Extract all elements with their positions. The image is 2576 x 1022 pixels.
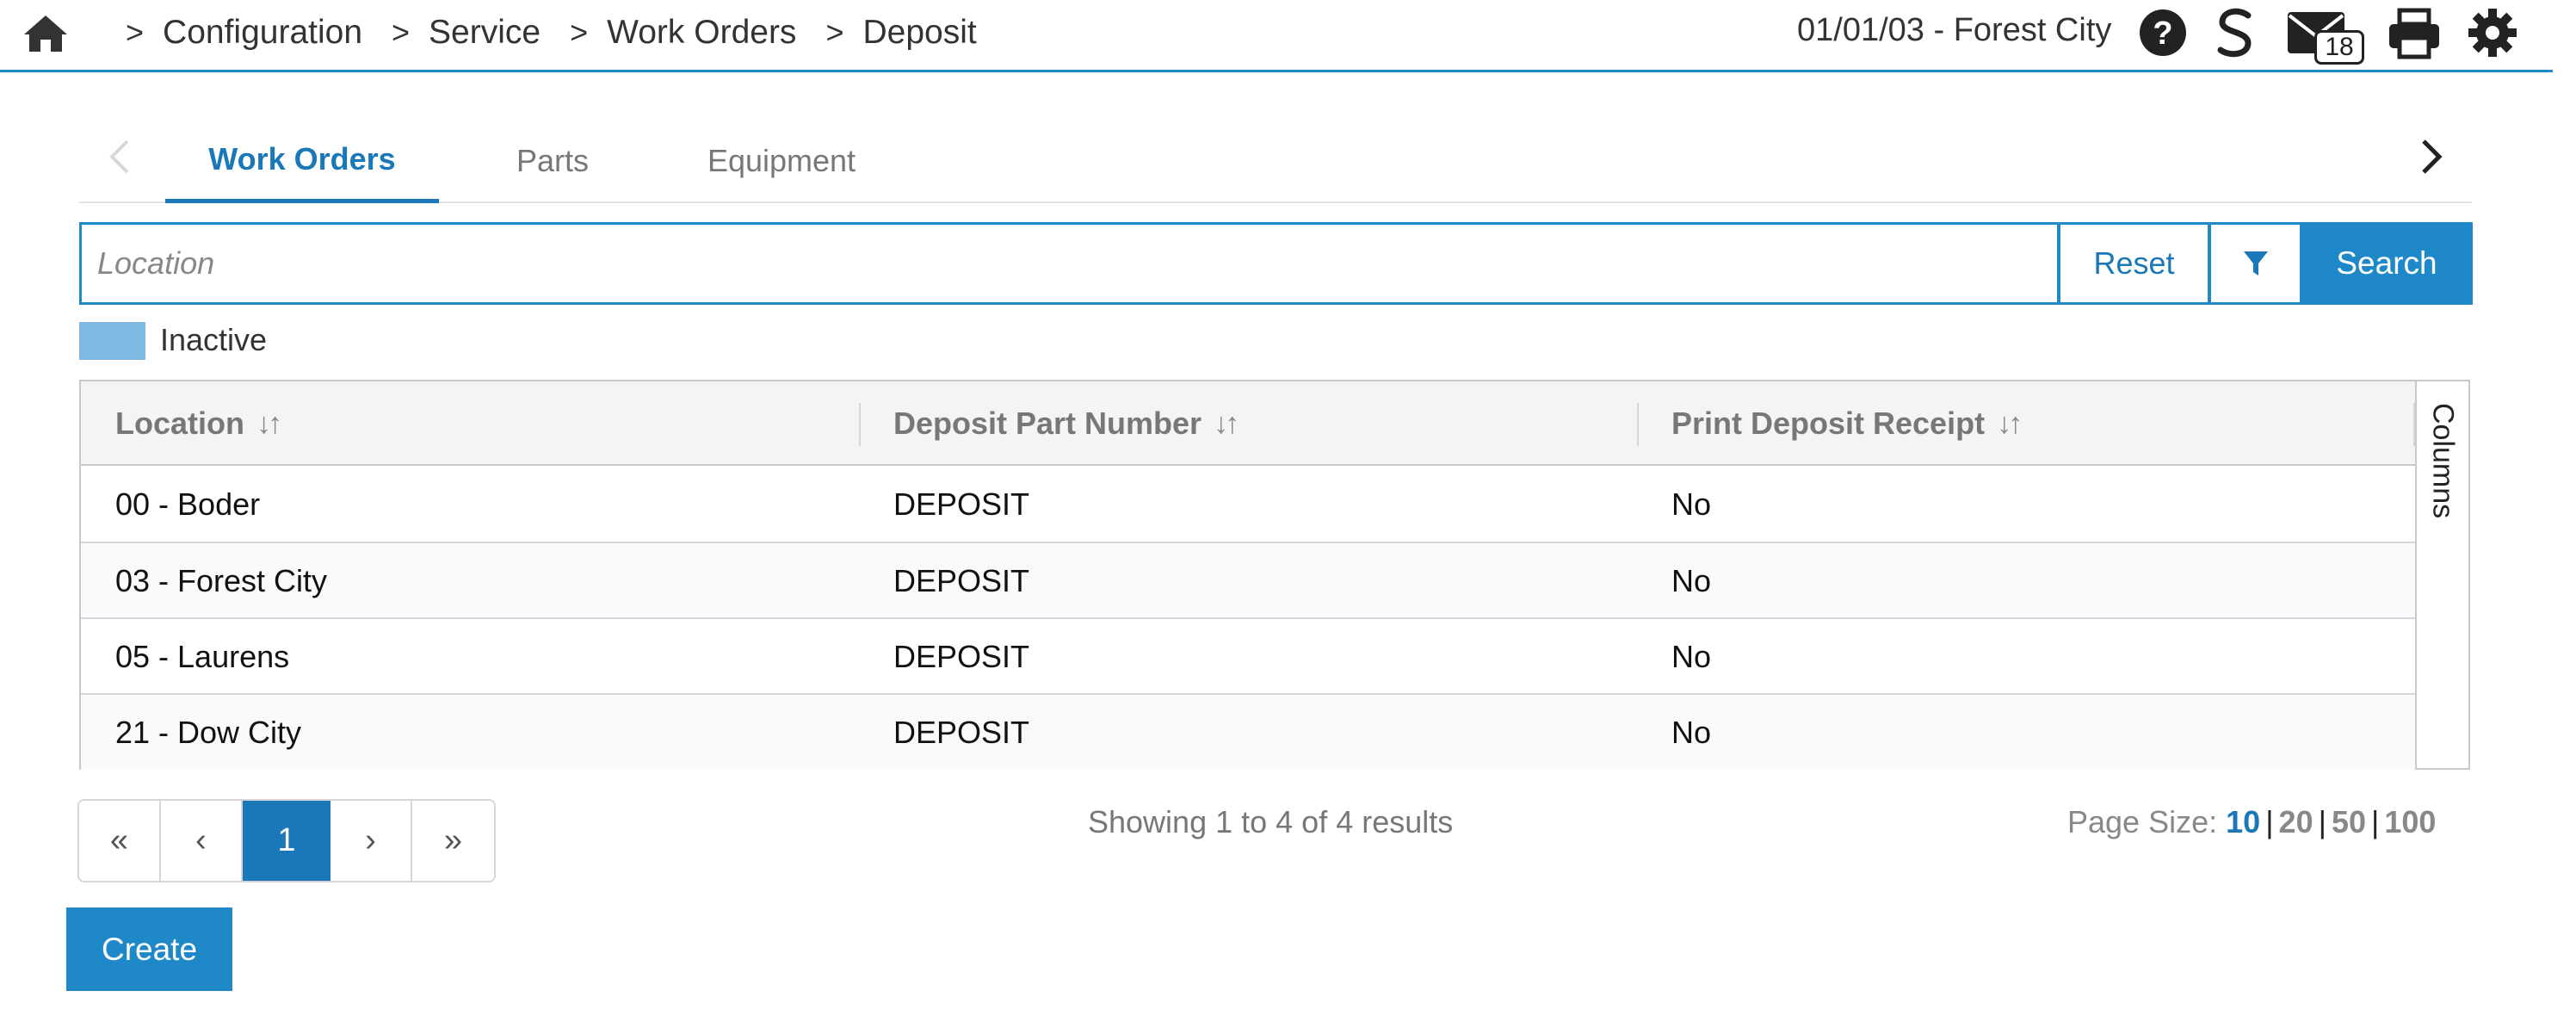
tab-bar: Work Orders Parts Equipment xyxy=(79,119,2472,203)
chevron-right-icon[interactable] xyxy=(2418,138,2444,176)
page-size-selector: Page Size: 10 | 20 | 50 | 100 xyxy=(2067,804,2437,839)
results-summary: Showing 1 to 4 of 4 results xyxy=(1088,804,1454,839)
breadcrumb-configuration[interactable]: Configuration xyxy=(163,14,362,52)
column-header-label: Location xyxy=(115,406,244,441)
page-size-10[interactable]: 10 xyxy=(2226,804,2260,839)
help-icon[interactable]: ? xyxy=(2138,7,2188,59)
search-button[interactable]: Search xyxy=(2301,222,2473,305)
page-size-100[interactable]: 100 xyxy=(2384,804,2436,839)
deposit-table: Location ↓↑ Deposit Part Number ↓↑ Print… xyxy=(79,380,2417,771)
breadcrumb: > Configuration > Service > Work Orders … xyxy=(120,9,1001,57)
breadcrumb-separator: > xyxy=(570,15,589,50)
mail-count-badge: 18 xyxy=(2314,30,2364,65)
pagination: « ‹ 1 › » xyxy=(77,799,496,883)
breadcrumb-separator: > xyxy=(126,15,145,50)
table-row[interactable]: 00 - Boder DEPOSIT No xyxy=(81,466,2415,543)
breadcrumb-separator: > xyxy=(392,15,411,50)
home-icon[interactable] xyxy=(22,12,69,53)
breadcrumb-service[interactable]: Service xyxy=(429,14,541,52)
page-size-20[interactable]: 20 xyxy=(2279,804,2313,839)
breadcrumb-work-orders[interactable]: Work Orders xyxy=(607,14,796,52)
cell-deposit-part-number: DEPOSIT xyxy=(893,563,1030,598)
sort-icon[interactable]: ↓↑ xyxy=(1214,407,1239,441)
filter-button[interactable] xyxy=(2208,222,2302,305)
previous-page-button[interactable]: ‹ xyxy=(161,801,243,881)
column-divider[interactable] xyxy=(1637,403,1639,446)
column-divider[interactable] xyxy=(859,403,861,446)
cell-deposit-part-number: DEPOSIT xyxy=(893,639,1030,674)
inactive-legend-label: Inactive xyxy=(160,322,268,357)
breadcrumb-separator: > xyxy=(825,15,844,50)
tab-work-orders[interactable]: Work Orders xyxy=(165,119,439,203)
sort-icon[interactable]: ↓↑ xyxy=(256,407,282,441)
table-row[interactable]: 21 - Dow City DEPOSIT No xyxy=(81,695,2415,771)
cell-print-deposit-receipt: No xyxy=(1671,715,1712,750)
cell-print-deposit-receipt: No xyxy=(1671,639,1712,674)
s-logo-icon[interactable] xyxy=(2214,7,2257,60)
cell-location: 05 - Laurens xyxy=(115,639,290,674)
filter-icon xyxy=(2243,251,2268,276)
print-icon[interactable] xyxy=(2388,7,2441,60)
breadcrumb-deposit: Deposit xyxy=(862,14,977,51)
table-header: Location ↓↑ Deposit Part Number ↓↑ Print… xyxy=(81,381,2415,466)
columns-toggle-button[interactable]: Columns xyxy=(2415,380,2470,542)
tab-equipment[interactable]: Equipment xyxy=(661,119,902,203)
cell-print-deposit-receipt: No xyxy=(1671,563,1712,598)
cell-deposit-part-number: DEPOSIT xyxy=(893,715,1030,750)
page-size-label: Page Size: xyxy=(2067,804,2218,839)
tab-parts[interactable]: Parts xyxy=(492,119,613,203)
chevron-left-icon[interactable] xyxy=(107,138,133,176)
cell-location: 21 - Dow City xyxy=(115,715,302,750)
next-page-button[interactable]: › xyxy=(330,801,412,881)
last-page-button[interactable]: » xyxy=(412,801,494,881)
cell-location: 00 - Boder xyxy=(115,486,261,522)
cell-location: 03 - Forest City xyxy=(115,563,328,598)
first-page-button[interactable]: « xyxy=(79,801,161,881)
column-header-deposit-part-number[interactable]: Deposit Part Number ↓↑ xyxy=(893,381,1239,466)
svg-text:?: ? xyxy=(2153,15,2172,52)
reset-button[interactable]: Reset xyxy=(2058,222,2210,305)
columns-panel-edge xyxy=(2415,540,2470,770)
current-location[interactable]: 01/01/03 - Forest City xyxy=(1797,12,2111,49)
create-button[interactable]: Create xyxy=(66,907,232,991)
table-row[interactable]: 03 - Forest City DEPOSIT No xyxy=(81,543,2415,619)
gear-icon[interactable] xyxy=(2467,7,2518,59)
page-1-button[interactable]: 1 xyxy=(243,801,330,881)
columns-toggle-label: Columns xyxy=(2426,402,2460,519)
column-header-label: Deposit Part Number xyxy=(893,406,1202,441)
sort-icon[interactable]: ↓↑ xyxy=(1997,407,2023,441)
table-row[interactable]: 05 - Laurens DEPOSIT No xyxy=(81,619,2415,695)
cell-print-deposit-receipt: No xyxy=(1671,486,1712,522)
location-search-input[interactable] xyxy=(79,222,2060,305)
column-header-print-deposit-receipt[interactable]: Print Deposit Receipt ↓↑ xyxy=(1671,381,2023,466)
top-bar: > Configuration > Service > Work Orders … xyxy=(0,0,2553,72)
page-size-50[interactable]: 50 xyxy=(2332,804,2366,839)
column-header-label: Print Deposit Receipt xyxy=(1671,406,1986,441)
cell-deposit-part-number: DEPOSIT xyxy=(893,486,1030,522)
column-header-location[interactable]: Location ↓↑ xyxy=(115,381,282,466)
inactive-legend-swatch xyxy=(79,322,145,360)
